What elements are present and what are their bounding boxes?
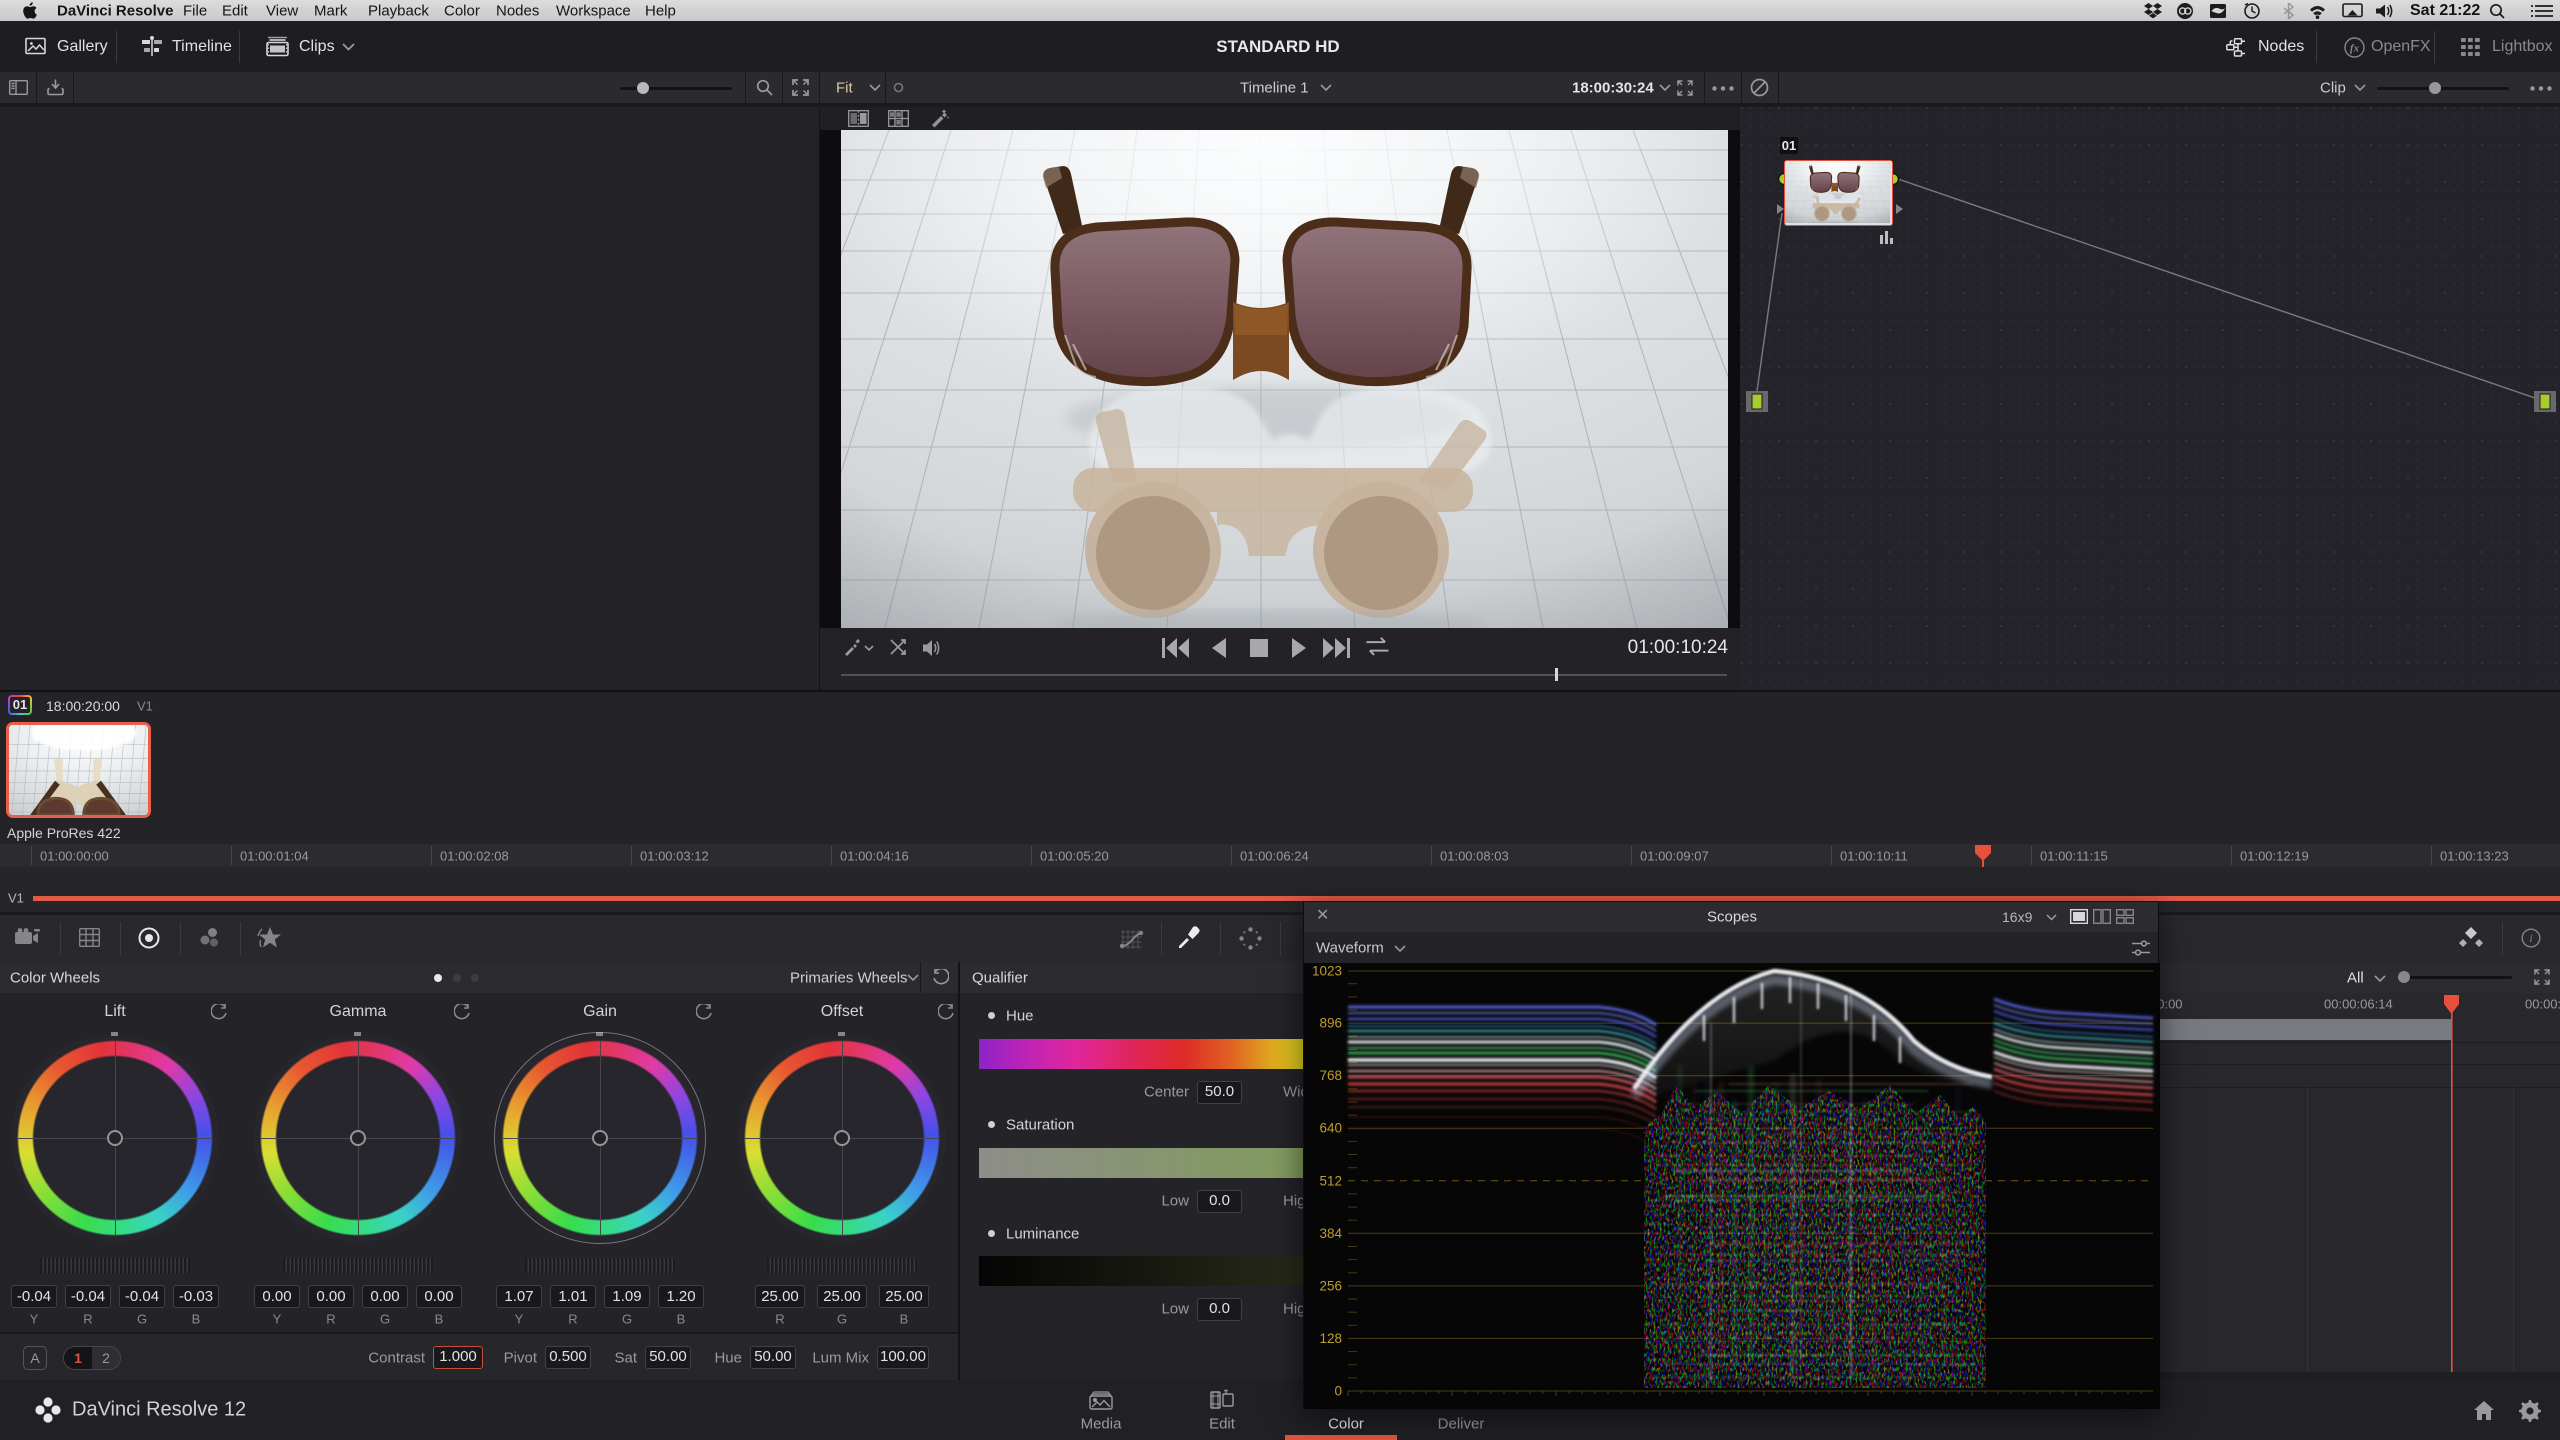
svg-text:768: 768 [1319,1068,1342,1083]
svg-text:fx: fx [2350,43,2360,55]
svg-text:1023: 1023 [1312,964,1342,979]
svg-text:256: 256 [1319,1278,1342,1293]
svg-text:i: i [2529,931,2532,945]
svg-text:512: 512 [1319,1173,1342,1188]
svg-text:896: 896 [1319,1016,1342,1031]
svg-text:384: 384 [1319,1226,1342,1241]
svg-text:01: 01 [1782,138,1796,153]
svg-text:640: 640 [1319,1121,1342,1136]
svg-text:0: 0 [1334,1384,1342,1399]
svg-text:128: 128 [1319,1331,1342,1346]
